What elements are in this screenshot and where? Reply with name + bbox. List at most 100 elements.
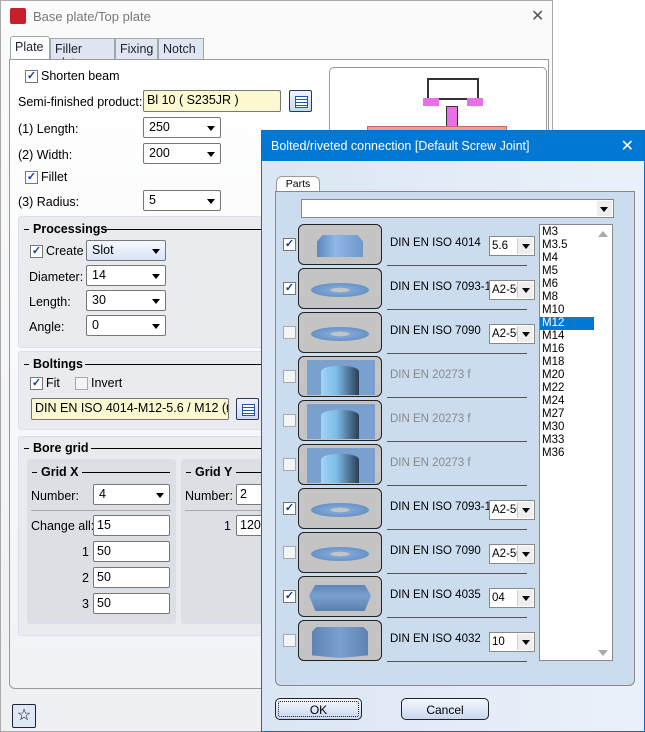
row-divider: [387, 485, 527, 486]
fillet-checkbox[interactable]: ✓: [25, 171, 38, 184]
close-icon[interactable]: ✕: [531, 6, 544, 26]
part-name: DIN EN ISO 7090: [390, 545, 481, 557]
tab-parts[interactable]: Parts: [276, 176, 320, 192]
row-divider: [387, 617, 527, 618]
semi-finished-input[interactable]: Bl 10 ( S235JR ): [143, 90, 281, 112]
slot-length-value: 30: [92, 293, 106, 307]
change-all-input[interactable]: 15: [93, 515, 170, 536]
size-option[interactable]: M12: [540, 317, 594, 330]
part-hole-image: [298, 400, 382, 441]
size-option[interactable]: M27: [540, 408, 594, 421]
part-checkbox[interactable]: [283, 370, 296, 383]
size-option[interactable]: M4: [540, 252, 594, 265]
part-name: DIN EN 20273 f: [390, 413, 471, 425]
size-option[interactable]: M20: [540, 369, 594, 382]
grid-x-row-index: 1: [82, 545, 89, 559]
part-checkbox[interactable]: [283, 326, 296, 339]
row-divider: [387, 573, 527, 574]
fit-checkbox[interactable]: ✓: [30, 377, 43, 390]
processing-type-select[interactable]: Slot: [86, 240, 166, 261]
grid-x-row-input[interactable]: 50: [93, 541, 170, 562]
chevron-down-icon: [207, 126, 215, 131]
grid-x-row-input[interactable]: 50: [93, 567, 170, 588]
dialog-titlebar: Bolted/riveted connection [Default Screw…: [262, 131, 644, 161]
part-name: DIN EN ISO 4032: [390, 633, 481, 645]
tab-filler-plate[interactable]: Filler plate: [50, 38, 115, 70]
tab-plate[interactable]: Plate: [10, 36, 50, 60]
part-grade-value: 5.6: [492, 240, 508, 252]
length-label: (1) Length:: [18, 122, 79, 136]
part-grade-select[interactable]: 04: [489, 588, 535, 608]
length-value: 250: [149, 120, 170, 134]
size-option[interactable]: M18: [540, 356, 594, 369]
part-checkbox[interactable]: [283, 414, 296, 427]
shorten-beam-checkbox[interactable]: ✓: [25, 70, 38, 83]
chevron-down-icon: [152, 324, 160, 329]
part-checkbox[interactable]: ✓: [283, 238, 296, 251]
width-select[interactable]: 200: [143, 143, 221, 164]
radius-select[interactable]: 5: [143, 190, 221, 211]
size-option[interactable]: M36: [540, 447, 594, 460]
part-checkbox[interactable]: [283, 546, 296, 559]
grid-x-title: Grid X: [41, 465, 79, 479]
part-nut-image: [298, 620, 382, 661]
size-option[interactable]: M5: [540, 265, 594, 278]
chevron-down-icon: [517, 590, 533, 606]
diameter-select[interactable]: 14: [86, 265, 166, 286]
create-label: Create: [46, 244, 84, 258]
part-grade-select[interactable]: A2-50: [489, 324, 535, 344]
bolting-input[interactable]: DIN EN ISO 4014-M12-5.6 / M12 (Ø: [31, 398, 229, 420]
size-option[interactable]: M14: [540, 330, 594, 343]
close-icon[interactable]: ✕: [621, 136, 634, 156]
part-name: DIN EN ISO 7090: [390, 325, 481, 337]
size-option[interactable]: M3: [540, 226, 594, 239]
part-grade-select[interactable]: 5.6: [489, 236, 535, 256]
row-divider: [387, 397, 527, 398]
size-option[interactable]: M3.5: [540, 239, 594, 252]
angle-select[interactable]: 0: [86, 315, 166, 336]
tab-notch[interactable]: Notch: [158, 38, 204, 60]
size-option[interactable]: M6: [540, 278, 594, 291]
row-divider: [387, 353, 527, 354]
grid-x-row-input[interactable]: 50: [93, 593, 170, 614]
fit-label: Fit: [46, 376, 60, 390]
part-checkbox[interactable]: [283, 634, 296, 647]
part-checkbox[interactable]: ✓: [283, 590, 296, 603]
processing-type-value: Slot: [92, 243, 114, 257]
tab-fixing[interactable]: Fixing: [115, 38, 158, 60]
part-grade-select[interactable]: A2-50: [489, 280, 535, 300]
part-grade-select[interactable]: A2-50: [489, 544, 535, 564]
catalog-button-icon[interactable]: [289, 90, 312, 112]
size-option[interactable]: M10: [540, 304, 594, 317]
size-option[interactable]: M16: [540, 343, 594, 356]
grid-x-number-select[interactable]: 4: [93, 484, 170, 505]
part-checkbox[interactable]: [283, 458, 296, 471]
parts-combo[interactable]: [301, 199, 614, 218]
size-option[interactable]: M24: [540, 395, 594, 408]
angle-value: 0: [92, 318, 99, 332]
size-list[interactable]: M3 M3.5 M4 M5 M6 M8 M10 M12 M14 M16 M18 M20 M22 M24 M2…: [539, 224, 613, 661]
size-option[interactable]: M8: [540, 291, 594, 304]
scroll-down-icon[interactable]: [598, 650, 608, 656]
part-checkbox[interactable]: ✓: [283, 502, 296, 515]
favorites-star-icon[interactable]: ☆: [12, 704, 36, 728]
part-grade-select[interactable]: A2-50: [489, 500, 535, 520]
diameter-label: Diameter:: [29, 270, 84, 284]
length-select[interactable]: 250: [143, 117, 221, 138]
bolting-catalog-button-icon[interactable]: [236, 398, 259, 420]
window-title: Base plate/Top plate: [33, 9, 151, 24]
grid-y-row-index: 1: [224, 519, 231, 533]
scroll-up-icon[interactable]: [598, 231, 608, 237]
part-grade-select[interactable]: 10: [489, 632, 535, 652]
invert-checkbox[interactable]: [75, 377, 88, 390]
part-name: DIN EN 20273 f: [390, 457, 471, 469]
create-checkbox[interactable]: ✓: [30, 245, 43, 258]
size-option[interactable]: M22: [540, 382, 594, 395]
size-option[interactable]: M33: [540, 434, 594, 447]
slot-length-select[interactable]: 30: [86, 290, 166, 311]
size-option[interactable]: M30: [540, 421, 594, 434]
chevron-down-icon: [517, 326, 533, 342]
ok-button[interactable]: OK: [275, 698, 362, 720]
cancel-button[interactable]: Cancel: [401, 698, 489, 720]
part-checkbox[interactable]: ✓: [283, 282, 296, 295]
